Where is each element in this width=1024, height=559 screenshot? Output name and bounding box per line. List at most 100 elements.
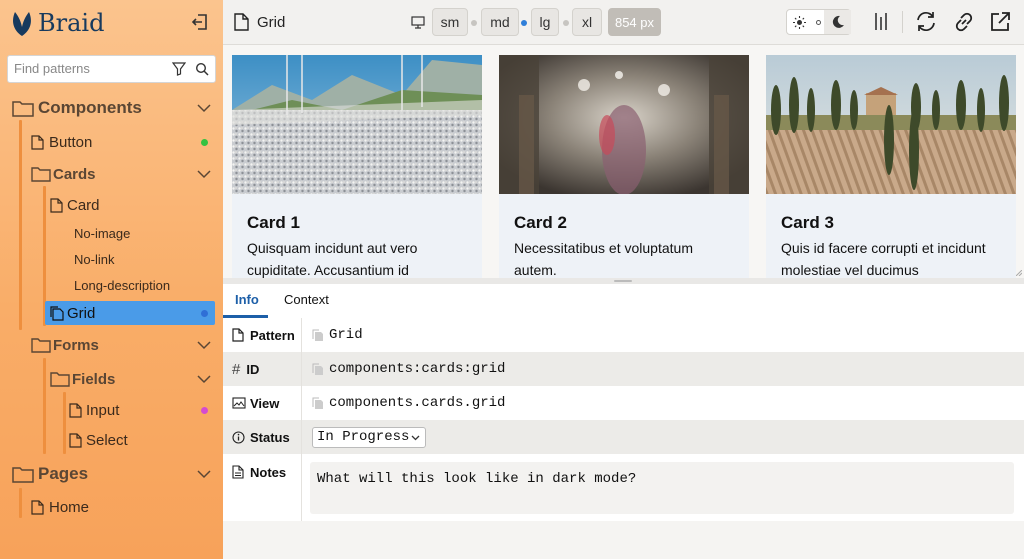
notes-text: What will this look like in dark mode? bbox=[317, 471, 637, 487]
tree-item-grid[interactable]: Grid bbox=[45, 301, 215, 325]
card-title: Card 2 bbox=[514, 213, 567, 232]
moon-icon bbox=[832, 15, 844, 28]
tree-label: Input bbox=[86, 401, 120, 419]
folder-icon bbox=[12, 101, 34, 117]
tab-context[interactable]: Context bbox=[284, 292, 329, 307]
status-select[interactable]: In Progress bbox=[312, 426, 426, 448]
info-value: components:cards:grid bbox=[302, 352, 1024, 386]
info-key: Pattern bbox=[223, 318, 302, 352]
sun-icon bbox=[793, 16, 806, 29]
info-key: # ID bbox=[223, 352, 302, 386]
tree-folder-forms[interactable]: Forms bbox=[31, 333, 223, 357]
tree-label: Home bbox=[49, 498, 90, 516]
search-input[interactable] bbox=[14, 61, 164, 76]
braid-leaf-icon bbox=[13, 12, 31, 36]
copy-icon[interactable] bbox=[312, 329, 324, 342]
copy-icon[interactable] bbox=[312, 397, 324, 410]
document-icon bbox=[31, 134, 44, 150]
preview-toolbar: Grid sm md lg xl 854 px bbox=[223, 0, 1024, 45]
tree-folder-fields[interactable]: Fields bbox=[50, 367, 223, 391]
tree-folder-components[interactable]: Components bbox=[12, 96, 223, 120]
hash-icon: # bbox=[232, 360, 241, 378]
link-icon[interactable] bbox=[953, 11, 975, 33]
tree-folder-pages[interactable]: Pages bbox=[12, 462, 223, 486]
toggle-knob bbox=[816, 20, 821, 25]
tree-guide-line bbox=[43, 358, 46, 454]
tree-label: Components bbox=[38, 98, 142, 117]
card-image bbox=[499, 55, 749, 194]
tree-item-card[interactable]: Card bbox=[50, 193, 223, 217]
card[interactable]: Card 3 Quis id facere corrupti et incidu… bbox=[766, 55, 1016, 278]
breakpoint-lg-button[interactable]: lg bbox=[531, 8, 559, 36]
info-row-view: View components.cards.grid bbox=[223, 386, 1024, 420]
chevron-down-icon bbox=[197, 104, 211, 113]
card[interactable]: Card 2 Necessitatibus et voluptatum aute… bbox=[499, 55, 749, 278]
pattern-id-value: components:cards:grid bbox=[329, 361, 506, 377]
status-dot bbox=[201, 406, 208, 414]
notes-textarea[interactable]: What will this look like in dark mode? bbox=[310, 462, 1014, 514]
document-icon bbox=[31, 499, 44, 515]
breakpoint-xl-button[interactable]: xl bbox=[572, 8, 602, 36]
info-key: Notes bbox=[223, 454, 302, 521]
measure-icon[interactable] bbox=[874, 12, 888, 31]
tree-guide-line bbox=[63, 392, 66, 454]
sidebar: Braid Components Button Cards bbox=[0, 0, 223, 559]
breakpoint-sm-button[interactable]: sm bbox=[432, 8, 468, 36]
pattern-name-value: Grid bbox=[329, 327, 363, 343]
tree-label: No-link bbox=[74, 251, 115, 267]
pattern-preview: Card 1 Quisquam incidunt aut vero cupidi… bbox=[223, 45, 1024, 278]
document-icon bbox=[69, 432, 82, 448]
card-image bbox=[766, 55, 1016, 194]
info-circle-icon bbox=[232, 430, 245, 444]
refresh-icon[interactable] bbox=[915, 11, 937, 32]
tree-item-no-image[interactable]: No-image bbox=[74, 221, 130, 245]
tree-label: Button bbox=[49, 133, 93, 151]
tree-label: Forms bbox=[53, 336, 99, 354]
tree-label: Card bbox=[67, 196, 100, 214]
info-label: Pattern bbox=[250, 327, 295, 343]
tree-item-home[interactable]: Home bbox=[31, 495, 223, 519]
document-icon bbox=[234, 13, 249, 31]
copy-icon[interactable] bbox=[312, 363, 324, 376]
toolbar-divider bbox=[902, 11, 903, 33]
card-image bbox=[232, 55, 482, 194]
info-label: ID bbox=[246, 361, 260, 377]
tree-label: Grid bbox=[67, 304, 96, 322]
tree-item-no-link[interactable]: No-link bbox=[74, 247, 114, 271]
app-logo[interactable]: Braid bbox=[10, 8, 104, 38]
pattern-title: Grid bbox=[257, 14, 286, 31]
card-title: Card 3 bbox=[781, 213, 834, 232]
resize-handle-icon[interactable] bbox=[1016, 270, 1022, 276]
filter-icon[interactable] bbox=[172, 62, 186, 76]
tree-item-long-description[interactable]: Long-description bbox=[74, 273, 170, 297]
tree-label: Cards bbox=[53, 165, 96, 183]
info-key: View bbox=[223, 386, 302, 420]
tree-item-button[interactable]: Button bbox=[31, 130, 223, 154]
status-select-value: In Progress bbox=[317, 429, 410, 445]
theme-toggle[interactable] bbox=[786, 9, 851, 35]
breakpoint-active-dot bbox=[521, 20, 527, 26]
breakpoint-dot bbox=[471, 20, 477, 26]
tree-label: Long-description bbox=[74, 277, 171, 293]
tree-item-input[interactable]: Input bbox=[69, 398, 223, 422]
folder-icon bbox=[12, 467, 34, 483]
external-link-icon[interactable] bbox=[990, 11, 1011, 32]
tree-item-select[interactable]: Select bbox=[69, 428, 223, 452]
document-icon bbox=[69, 402, 82, 418]
card-description: Quisquam incidunt aut vero cupiditate. A… bbox=[247, 240, 418, 278]
tree-label: Select bbox=[86, 431, 128, 449]
card[interactable]: Card 1 Quisquam incidunt aut vero cupidi… bbox=[232, 55, 482, 278]
tab-info[interactable]: Info bbox=[235, 292, 259, 307]
info-row-id: # ID components:cards:grid bbox=[223, 352, 1024, 386]
search-icon[interactable] bbox=[195, 62, 209, 76]
collapse-sidebar-icon[interactable] bbox=[190, 12, 210, 32]
status-dot bbox=[201, 138, 208, 146]
width-readout: 854 px bbox=[608, 8, 661, 36]
image-icon bbox=[232, 397, 246, 409]
breakpoint-md-button[interactable]: md bbox=[481, 8, 519, 36]
tree-folder-cards[interactable]: Cards bbox=[31, 162, 223, 186]
info-row-status: Status In Progress bbox=[223, 420, 1024, 454]
monitor-icon[interactable] bbox=[411, 16, 425, 29]
chevron-down-icon bbox=[197, 470, 211, 479]
info-tabs: Info Context bbox=[223, 284, 1024, 318]
